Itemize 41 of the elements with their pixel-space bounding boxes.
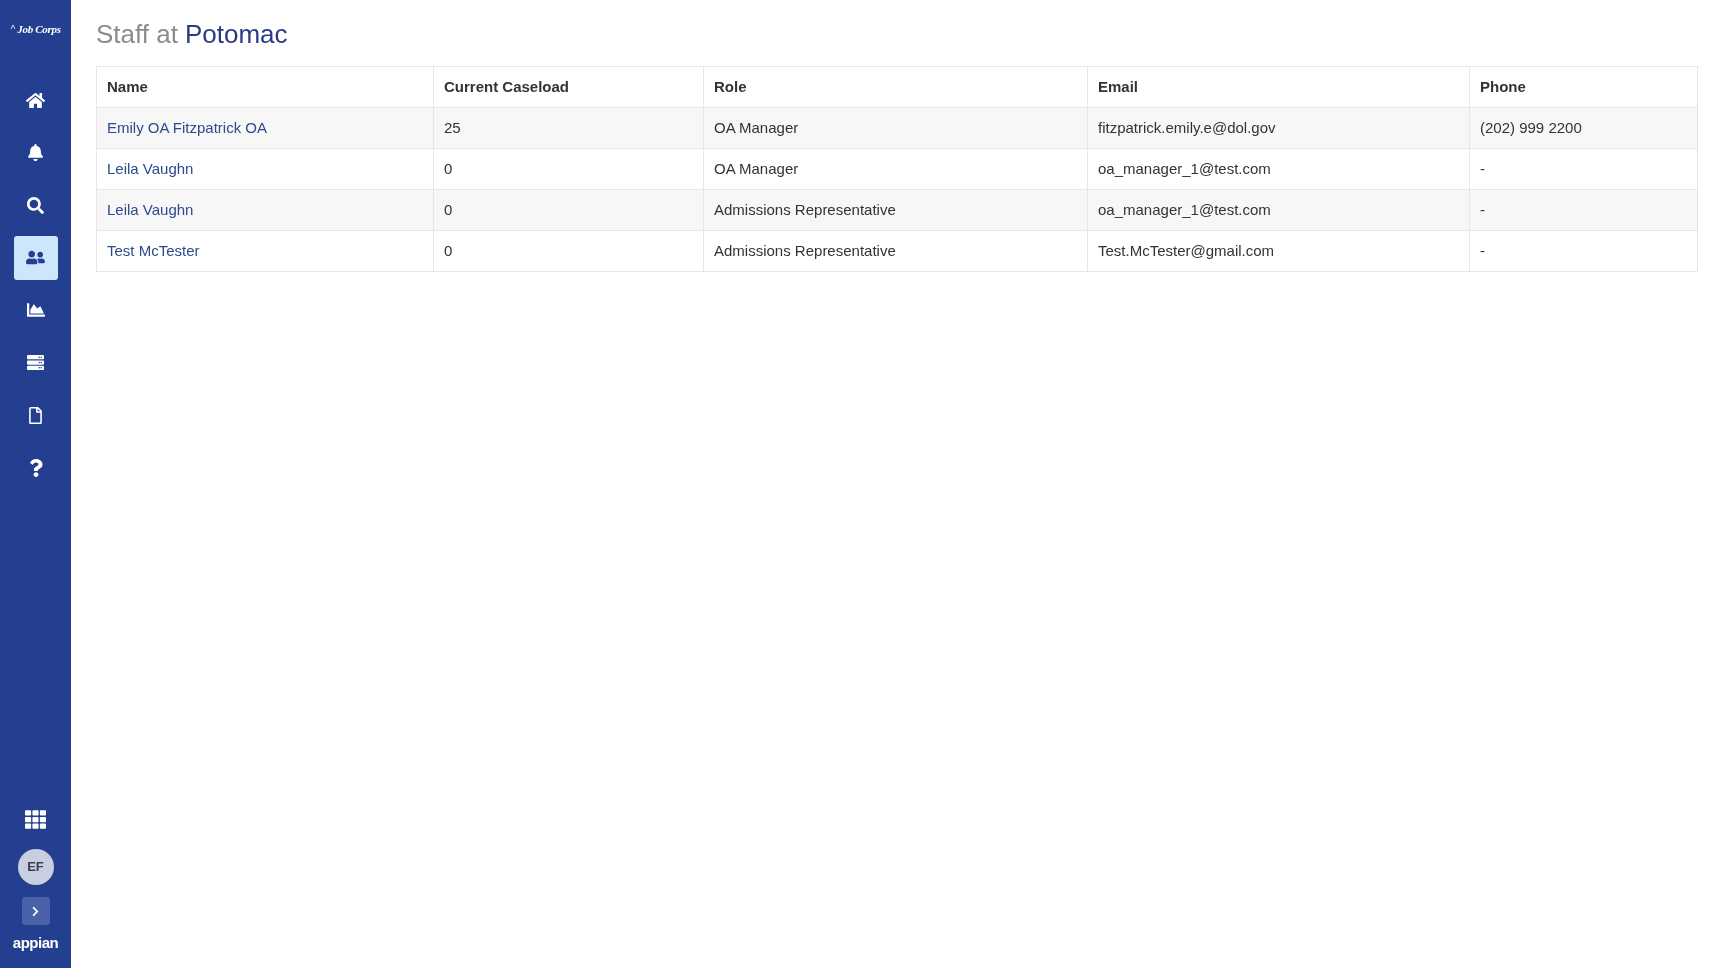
page-title-location: Potomac xyxy=(184,18,288,50)
user-avatar[interactable]: EF xyxy=(17,849,54,885)
column-header: Role xyxy=(703,66,1088,108)
grid-icon xyxy=(25,808,46,830)
staff-name-link[interactable]: Test McTester xyxy=(107,241,200,259)
bell-icon xyxy=(27,144,44,161)
staff-name-link[interactable]: Leila Vaughn xyxy=(107,200,194,218)
table-cell: Test.McTester@gmail.com xyxy=(1087,230,1470,272)
table-cell: OA Manager xyxy=(703,148,1088,190)
people-icon xyxy=(26,248,45,267)
table-cell: - xyxy=(1469,148,1698,190)
column-header: Name xyxy=(96,66,434,108)
table-cell: - xyxy=(1469,189,1698,231)
search-icon xyxy=(27,196,44,214)
column-header: Current Caseload xyxy=(433,66,704,108)
table-cell: Admissions Representative xyxy=(703,189,1088,231)
table-cell: oa_manager_1@test.com xyxy=(1087,148,1470,190)
page-title-prefix: Staff at xyxy=(96,18,178,50)
table-cell: 0 xyxy=(433,148,704,190)
table-cell: fitzpatrick.emily.e@dol.gov xyxy=(1087,107,1470,149)
table-cell: 25 xyxy=(433,107,704,149)
logo-mark-icon xyxy=(10,24,17,30)
column-header: Email xyxy=(1087,66,1470,108)
table-cell: - xyxy=(1469,230,1698,272)
home-icon xyxy=(26,90,45,110)
table-cell: OA Manager xyxy=(703,107,1088,149)
table-cell: oa_manager_1@test.com xyxy=(1087,189,1470,231)
table-cell: 0 xyxy=(433,230,704,272)
document-icon xyxy=(27,406,44,424)
chevron-right-icon xyxy=(30,905,41,917)
logo-text[interactable]: Job Corps xyxy=(17,24,61,35)
expand-button[interactable] xyxy=(21,897,50,925)
stacked-bars-icon xyxy=(27,354,44,371)
area-chart-icon xyxy=(26,301,45,319)
table-cell: 0 xyxy=(433,189,704,231)
nav-button[interactable] xyxy=(13,235,58,280)
table-cell: (202) 999 2200 xyxy=(1469,107,1698,149)
brand-logo-text: appian xyxy=(12,935,59,950)
column-header: Phone xyxy=(1469,66,1698,108)
staff-name-link[interactable]: Leila Vaughn xyxy=(107,159,194,177)
table-cell: Admissions Representative xyxy=(703,230,1088,272)
